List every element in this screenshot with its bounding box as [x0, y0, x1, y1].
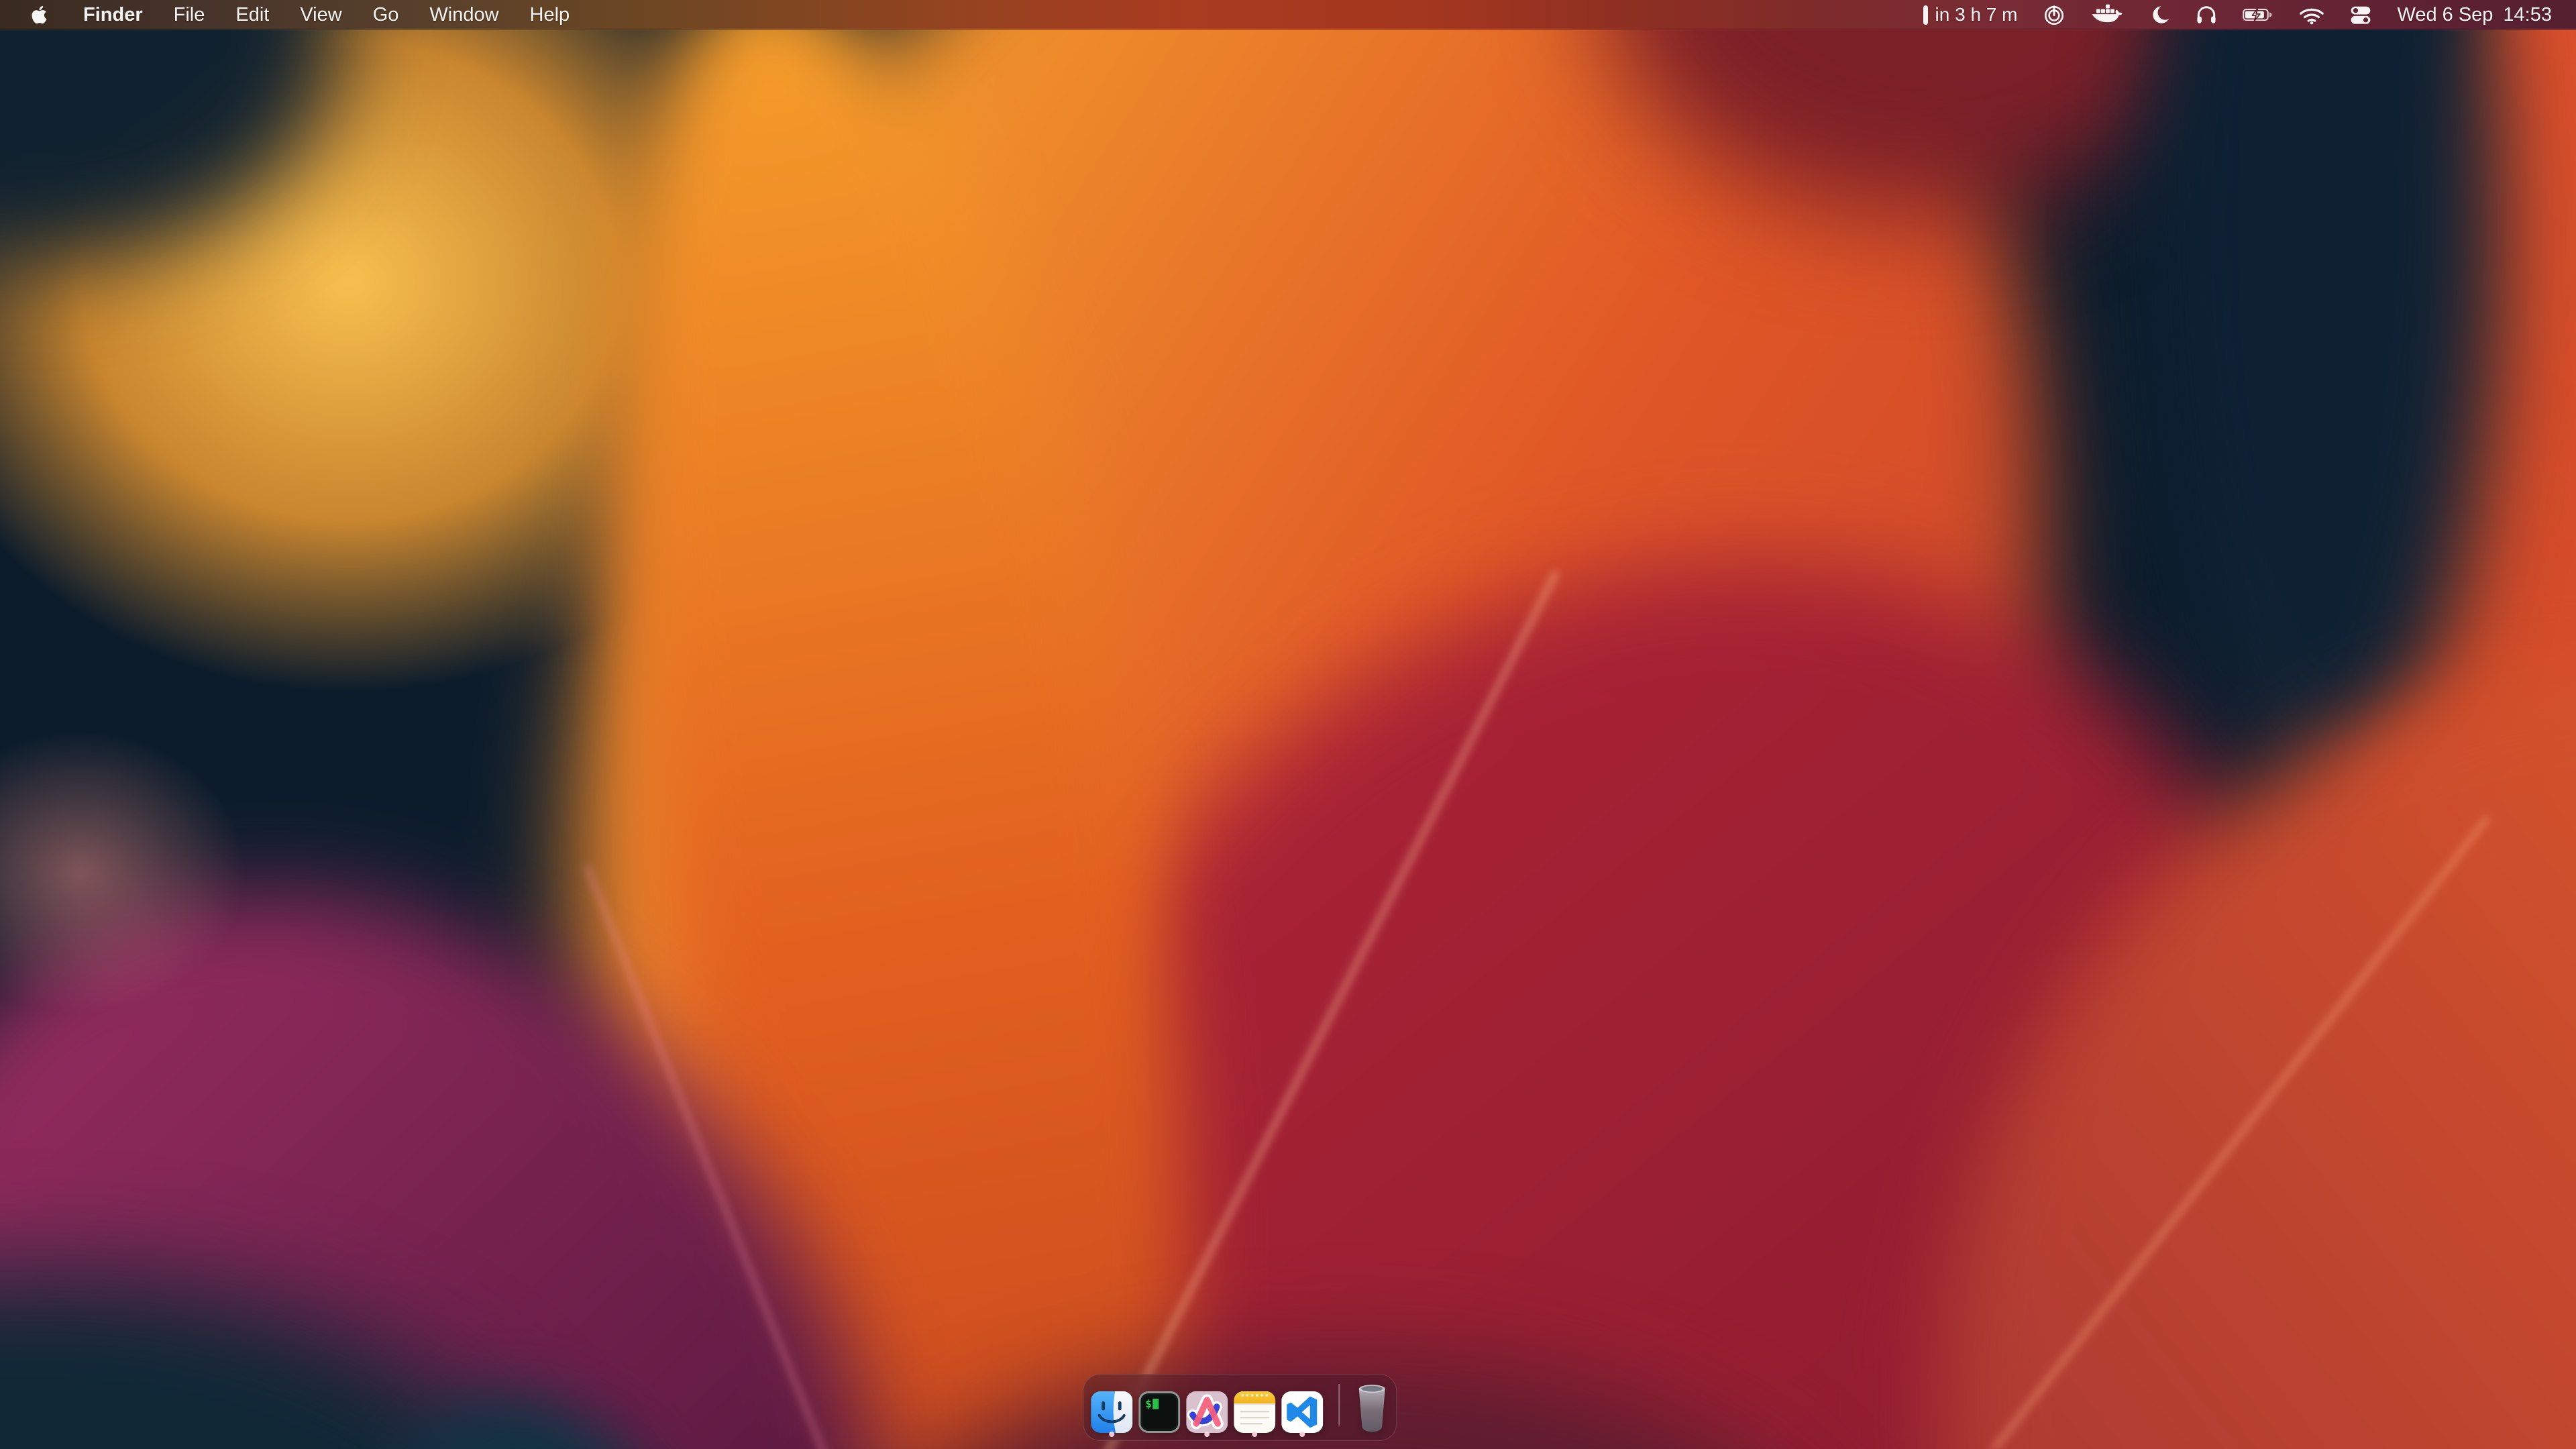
- dock-divider: [1338, 1384, 1340, 1426]
- menu-item-edit[interactable]: Edit: [220, 0, 284, 30]
- dock-item-notes[interactable]: [1234, 1383, 1275, 1441]
- battery-status[interactable]: [2243, 0, 2273, 30]
- dock-item-arc[interactable]: [1186, 1383, 1228, 1441]
- dock-panel: $: [1083, 1374, 1397, 1441]
- power-ring-icon: [2043, 3, 2065, 26]
- wifi-status[interactable]: [2299, 0, 2324, 30]
- menu-bar-left: Finder File Edit View Go Window Help: [0, 0, 585, 30]
- power-ring-menu-extra[interactable]: [2043, 0, 2065, 30]
- focus-timer-label: in 3 h 7 m: [1935, 4, 2018, 25]
- control-center-button[interactable]: [2350, 0, 2371, 30]
- svg-text:$: $: [1145, 1397, 1152, 1410]
- dock: $: [1083, 1374, 1397, 1441]
- notes-icon: [1234, 1391, 1275, 1433]
- wifi-icon: [2299, 5, 2324, 25]
- vscode-icon: [1281, 1391, 1323, 1433]
- clock-time: 14:53: [2503, 4, 2552, 26]
- headphones-icon: [2196, 5, 2217, 25]
- moon-focus-icon: [2150, 5, 2170, 25]
- timer-bar-icon: [1923, 5, 1928, 25]
- menu-item-finder[interactable]: Finder: [68, 0, 158, 30]
- docker-menu-extra[interactable]: [2091, 0, 2125, 30]
- terminal-icon: $: [1138, 1391, 1180, 1433]
- running-indicator: [1204, 1432, 1210, 1437]
- menu-item-file[interactable]: File: [158, 0, 221, 30]
- arc-browser-icon: [1186, 1391, 1228, 1433]
- menu-bar: Finder File Edit View Go Window Help in …: [0, 0, 2576, 30]
- trash-icon: [1356, 1383, 1387, 1433]
- dock-item-finder[interactable]: [1091, 1383, 1132, 1441]
- apple-logo-icon: [31, 5, 48, 25]
- audio-output-status[interactable]: [2196, 0, 2217, 30]
- desktop-wallpaper[interactable]: [0, 0, 2576, 1449]
- menu-item-go[interactable]: Go: [358, 0, 415, 30]
- dock-item-terminal[interactable]: $: [1138, 1383, 1180, 1441]
- dock-item-trash[interactable]: [1355, 1383, 1389, 1441]
- clock-date: Wed 6 Sep: [2397, 4, 2493, 26]
- battery-charging-icon: [2243, 7, 2273, 22]
- menu-item-help[interactable]: Help: [515, 0, 586, 30]
- docker-whale-icon: [2091, 3, 2125, 26]
- menu-bar-clock[interactable]: Wed 6 Sep 14:53: [2397, 0, 2552, 30]
- menu-item-view[interactable]: View: [284, 0, 357, 30]
- running-indicator: [1252, 1432, 1257, 1437]
- menu-item-window[interactable]: Window: [414, 0, 514, 30]
- control-center-icon: [2350, 5, 2371, 25]
- apple-menu[interactable]: [28, 0, 50, 30]
- running-indicator: [1109, 1432, 1114, 1437]
- finder-icon: [1091, 1391, 1132, 1433]
- running-indicator: [1299, 1432, 1305, 1437]
- dock-item-vscode[interactable]: [1281, 1383, 1323, 1441]
- focus-timer-status[interactable]: in 3 h 7 m: [1923, 0, 2018, 30]
- focus-mode-status[interactable]: [2150, 0, 2170, 30]
- desktop[interactable]: { "menu_bar": { "app_menu_items": [ {"la…: [0, 0, 2576, 1449]
- menu-bar-status-area: in 3 h 7 m: [1923, 0, 2576, 30]
